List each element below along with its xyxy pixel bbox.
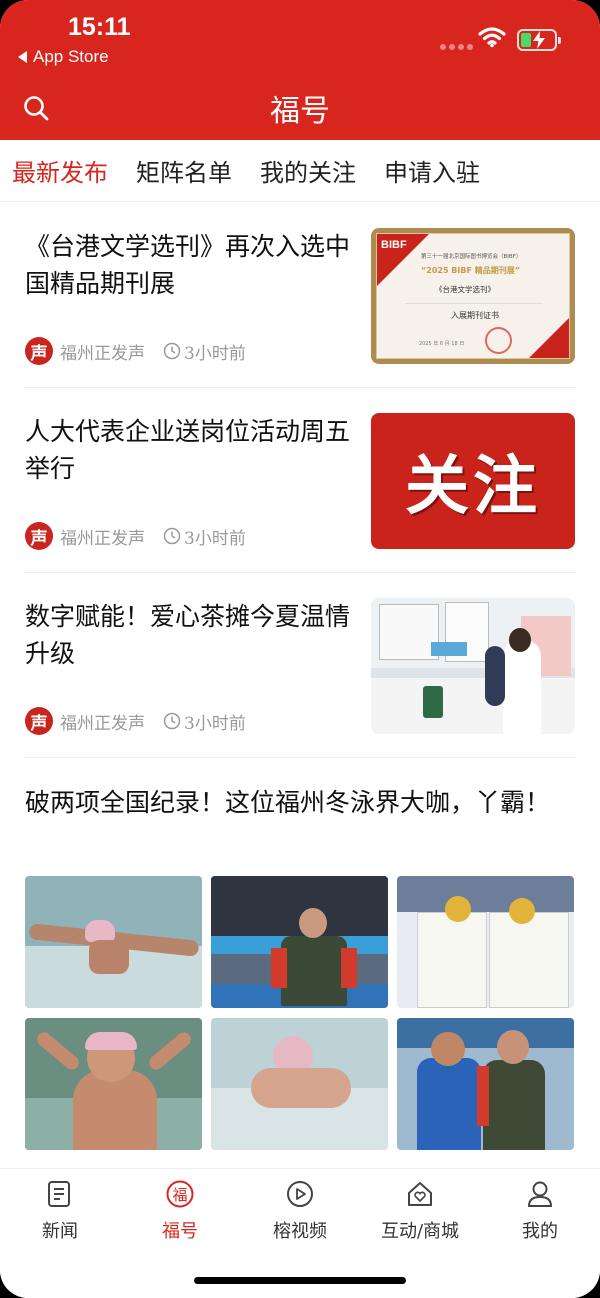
clock-icon — [163, 342, 181, 360]
tabbar-me[interactable]: 我的 — [480, 1179, 600, 1243]
tabbar-label: 榕视频 — [273, 1221, 327, 1242]
back-arrow-icon — [18, 51, 27, 63]
clock-icon — [163, 712, 181, 730]
photo-article-title[interactable]: 破两项全国纪录！这位福州冬泳界大咖，丫霸！ — [25, 783, 575, 822]
tabbar-news[interactable]: 新闻 — [0, 1179, 120, 1243]
article-title[interactable]: 《台港文学选刊》再次入选中国精品期刊展 — [25, 228, 360, 302]
photo-swimmer-water[interactable] — [211, 1018, 388, 1150]
photo-certificates[interactable] — [397, 876, 574, 1008]
back-label: App Store — [33, 47, 109, 66]
article-meta: 声 福州正发声 3小时前 — [25, 706, 246, 736]
article-meta: 声 福州正发声 3小时前 — [25, 336, 246, 366]
source-name[interactable]: 福州正发声 — [60, 339, 145, 364]
article-card[interactable]: 《台港文学选刊》再次入选中国精品期刊展 BIBF 第三十一届北京国际图书博览会（… — [25, 228, 575, 368]
tab-apply-join[interactable]: 申请入驻 — [384, 153, 480, 188]
page-title: 福号 — [270, 94, 330, 129]
svg-text:福: 福 — [172, 1186, 187, 1204]
article-card[interactable]: 数字赋能！爱心茶摊今夏温情升级 声 福州正发声 3小时前 — [25, 598, 575, 738]
home-heart-icon — [408, 1182, 432, 1206]
home-indicator[interactable] — [194, 1277, 406, 1284]
source-name[interactable]: 福州正发声 — [60, 709, 145, 734]
wifi-icon — [478, 27, 506, 48]
clock-icon — [163, 527, 181, 545]
certificate-line5: 2025 年 6 月 18 日 — [419, 341, 465, 347]
publish-time: 3小时前 — [184, 343, 246, 364]
news-feed[interactable]: 《台港文学选刊》再次入选中国精品期刊展 BIBF 第三十一届北京国际图书博览会（… — [0, 202, 600, 1160]
article-thumbnail-certificate[interactable]: BIBF 第三十一届北京国际图书博览会（BIBF） “2025 BIBF 精品期… — [371, 228, 575, 364]
article-card[interactable]: 人大代表企业送岗位活动周五举行 关注 声 福州正发声 3小时前 — [25, 413, 575, 553]
news-icon — [48, 1181, 70, 1207]
photo-swimmer-medals[interactable] — [211, 876, 388, 1008]
publish-time: 3小时前 — [184, 713, 246, 734]
category-tabs: 最新发布 矩阵名单 我的关注 申请入驻 — [0, 140, 600, 202]
photo-two-men[interactable] — [397, 1018, 574, 1150]
article-thumbnail-tea-stall-photo[interactable] — [371, 598, 575, 734]
tab-matrix-list[interactable]: 矩阵名单 — [136, 153, 232, 188]
source-name[interactable]: 福州正发声 — [60, 524, 145, 549]
user-icon — [527, 1181, 553, 1207]
certificate-seal — [485, 327, 512, 354]
photo-swimmer-butterfly[interactable] — [25, 876, 202, 1008]
source-avatar-icon: 声 — [25, 337, 53, 365]
signal-icon — [440, 44, 473, 50]
tabbar-label: 新闻 — [42, 1221, 78, 1242]
tabbar-fuhao[interactable]: 福 福号 — [120, 1179, 240, 1243]
battery-icon — [517, 29, 561, 51]
divider — [25, 387, 575, 388]
tab-latest[interactable]: 最新发布 — [12, 153, 108, 188]
article-thumbnail-follow[interactable]: 关注 — [371, 413, 575, 549]
tabbar-video[interactable]: 榕视频 — [240, 1179, 360, 1243]
article-meta: 声 福州正发声 3小时前 — [25, 521, 246, 551]
status-time: 15:11 — [68, 13, 131, 41]
header-bar: 15:11 App Store 福号 — [0, 0, 600, 140]
source-avatar-icon: 声 — [25, 522, 53, 550]
app-screen: 15:11 App Store 福号 最新发布 矩阵名单 我的关注 申请入驻 《… — [0, 0, 600, 1298]
publish-time: 3小时前 — [184, 528, 246, 549]
back-to-app-store[interactable]: App Store — [18, 47, 109, 67]
certificate-line1: 第三十一届北京国际图书博览会（BIBF） — [421, 254, 522, 260]
certificate-logo: BIBF — [381, 239, 407, 251]
certificate-line4: 入展期刊证书 — [451, 311, 499, 320]
divider — [25, 757, 575, 758]
divider — [25, 572, 575, 573]
tabbar-interaction-mall[interactable]: 互动/商城 — [360, 1179, 480, 1243]
article-title[interactable]: 人大代表企业送岗位活动周五举行 — [25, 413, 360, 487]
video-icon — [287, 1181, 313, 1207]
fuhao-icon: 福 — [166, 1180, 194, 1208]
tabbar-label: 我的 — [522, 1221, 558, 1242]
tabbar-label: 互动/商城 — [380, 1221, 460, 1242]
photo-swimmer-goggles[interactable] — [25, 1018, 202, 1150]
article-title[interactable]: 数字赋能！爱心茶摊今夏温情升级 — [25, 598, 360, 672]
certificate-line2: “2025 BIBF 精品期刊展” — [421, 266, 520, 275]
source-avatar-icon: 声 — [25, 707, 53, 735]
follow-banner-text: 关注 — [405, 450, 541, 524]
tab-my-follows[interactable]: 我的关注 — [260, 153, 356, 188]
tabbar-label: 福号 — [162, 1221, 198, 1242]
certificate-line3: 《台港文学选刊》 — [435, 285, 495, 294]
